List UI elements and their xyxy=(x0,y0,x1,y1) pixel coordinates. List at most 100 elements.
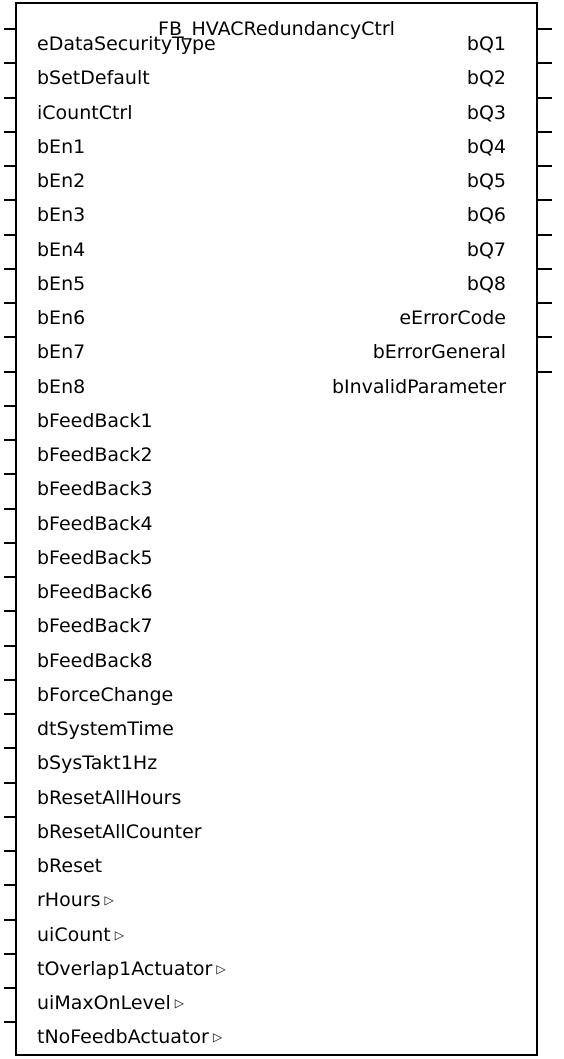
input-pin-bFeedBack4[interactable] xyxy=(0,498,20,522)
pin-wire xyxy=(4,610,16,613)
input-pin-bFeedBack5[interactable] xyxy=(0,532,20,556)
output-pin-bQ6[interactable] xyxy=(538,189,558,213)
output-pin-bInvalidParameter[interactable] xyxy=(538,361,558,385)
input-label: tNoFeedbActuator xyxy=(37,1026,209,1049)
input-label-row: bFeedBack4 xyxy=(37,512,153,536)
input-label: bEn6 xyxy=(37,307,86,329)
output-label: bQ7 xyxy=(466,238,506,261)
input-pin-bFeedBack2[interactable] xyxy=(0,429,20,453)
input-pin-bResetAllCounter[interactable] xyxy=(0,806,20,830)
input-label: bEn4 xyxy=(37,238,86,261)
input-pin-dtSystemTime[interactable] xyxy=(0,703,20,727)
input-label: bSysTakt1Hz xyxy=(37,752,158,775)
input-label-row: bEn1 xyxy=(37,135,85,159)
pin-wire xyxy=(4,747,16,750)
pin-wire xyxy=(4,302,16,304)
function-block: FB_HVACRedundancyCtrl eDataSecurityType b… xyxy=(15,2,538,1056)
input-pin-bEn5[interactable] xyxy=(0,258,20,282)
output-label: bQ6 xyxy=(466,204,506,227)
pin-wire xyxy=(538,267,552,270)
output-label: bErrorGeneral xyxy=(372,341,506,364)
pin-wire xyxy=(4,336,16,339)
pin-wire xyxy=(4,473,16,476)
pin-wire xyxy=(4,28,16,30)
pin-wire xyxy=(4,404,16,407)
input-pin-bEn6[interactable] xyxy=(0,292,20,316)
input-label: bEn3 xyxy=(37,204,86,227)
input-pin-bReset[interactable] xyxy=(0,840,20,864)
input-pin-uiMaxOnLevel[interactable] xyxy=(0,977,20,1001)
input-label: bFeedBack3 xyxy=(37,478,153,501)
input-pin-bEn2[interactable] xyxy=(0,155,20,179)
output-pin-bErrorGeneral[interactable] xyxy=(538,326,558,350)
input-label: bFeedBack1 xyxy=(37,409,153,432)
pin-wire xyxy=(4,507,16,510)
output-pin-bQ8[interactable] xyxy=(538,258,558,282)
in-out-marker-icon: ▷ xyxy=(216,961,226,976)
input-label: bReset xyxy=(37,855,103,877)
input-label-row: bResetAllHours xyxy=(37,786,181,810)
input-pin-uiCount[interactable] xyxy=(0,909,20,933)
input-pin-bFeedBack7[interactable] xyxy=(0,600,20,624)
input-label-row: iCountCtrl xyxy=(37,101,133,125)
pin-wire xyxy=(538,370,552,373)
input-pin-bEn4[interactable] xyxy=(0,224,20,248)
input-label-row: bFeedBack2 xyxy=(37,443,153,467)
input-pin-bFeedBack8[interactable] xyxy=(0,635,20,659)
pin-wire xyxy=(4,952,16,955)
input-label: bEn2 xyxy=(37,170,86,192)
input-pin-bEn3[interactable] xyxy=(0,189,20,213)
input-pin-iCountCtrl[interactable] xyxy=(0,87,20,111)
pin-wire xyxy=(4,1021,16,1024)
input-pin-bFeedBack1[interactable] xyxy=(0,395,20,419)
input-label: bFeedBack7 xyxy=(37,615,153,638)
output-pin-bQ7[interactable] xyxy=(538,224,558,248)
output-pin-bQ3[interactable] xyxy=(538,87,558,111)
input-pin-bFeedBack6[interactable] xyxy=(0,566,20,590)
in-out-marker-icon: ▷ xyxy=(104,893,114,908)
output-pin-bQ1[interactable] xyxy=(538,18,558,42)
output-pin-bQ4[interactable] xyxy=(538,121,558,145)
input-label: uiCount xyxy=(37,923,111,946)
input-pin-tNoFeedbActuator[interactable] xyxy=(0,1011,20,1035)
pin-wire xyxy=(4,165,16,167)
input-label-row: uiCount ▷ xyxy=(37,923,124,949)
output-pin-bQ5[interactable] xyxy=(538,155,558,179)
input-pin-tOverlap1Actuator[interactable] xyxy=(0,943,20,967)
input-pin-bFeedBack3[interactable] xyxy=(0,463,20,487)
input-pin-bResetAllHours[interactable] xyxy=(0,772,20,796)
output-pin-eErrorCode[interactable] xyxy=(538,292,558,316)
pin-wire xyxy=(4,96,16,99)
input-pin-eDataSecurityType[interactable] xyxy=(0,18,20,42)
input-pin-bEn8[interactable] xyxy=(0,361,20,385)
input-pin-bEn7[interactable] xyxy=(0,326,20,350)
pin-wire xyxy=(538,62,552,65)
output-pin-bQ2[interactable] xyxy=(538,52,558,76)
in-out-marker-icon: ▷ xyxy=(174,996,184,1010)
input-pin-bSetDefault[interactable] xyxy=(0,52,20,76)
input-pin-bForceChange[interactable] xyxy=(0,669,20,693)
input-pin-rHours[interactable] xyxy=(0,874,20,898)
input-label: bFeedBack2 xyxy=(37,444,153,466)
input-pin-bEn1[interactable] xyxy=(0,121,20,145)
pin-wire xyxy=(4,439,16,441)
output-label: eErrorCode xyxy=(399,307,506,329)
input-label-row: bForceChange xyxy=(37,683,173,707)
pin-wire xyxy=(4,781,16,784)
input-label: iCountCtrl xyxy=(37,101,133,124)
input-label-row: bEn2 xyxy=(37,169,85,193)
pin-wire xyxy=(538,302,552,304)
pin-wire xyxy=(4,678,16,681)
pin-wire xyxy=(538,233,552,236)
output-label: bQ8 xyxy=(466,272,506,295)
input-pin-bSysTakt1Hz[interactable] xyxy=(0,737,20,761)
input-label: bEn7 xyxy=(37,341,86,364)
pin-wire xyxy=(4,541,16,544)
output-label: bQ5 xyxy=(466,170,506,192)
output-label: bQ1 xyxy=(466,33,506,55)
input-label-row: bFeedBack1 xyxy=(37,409,153,433)
pin-wire xyxy=(538,165,552,167)
pin-wire xyxy=(538,199,552,202)
input-label: bResetAllHours xyxy=(37,786,182,809)
in-out-marker-icon: ▷ xyxy=(212,1030,223,1045)
